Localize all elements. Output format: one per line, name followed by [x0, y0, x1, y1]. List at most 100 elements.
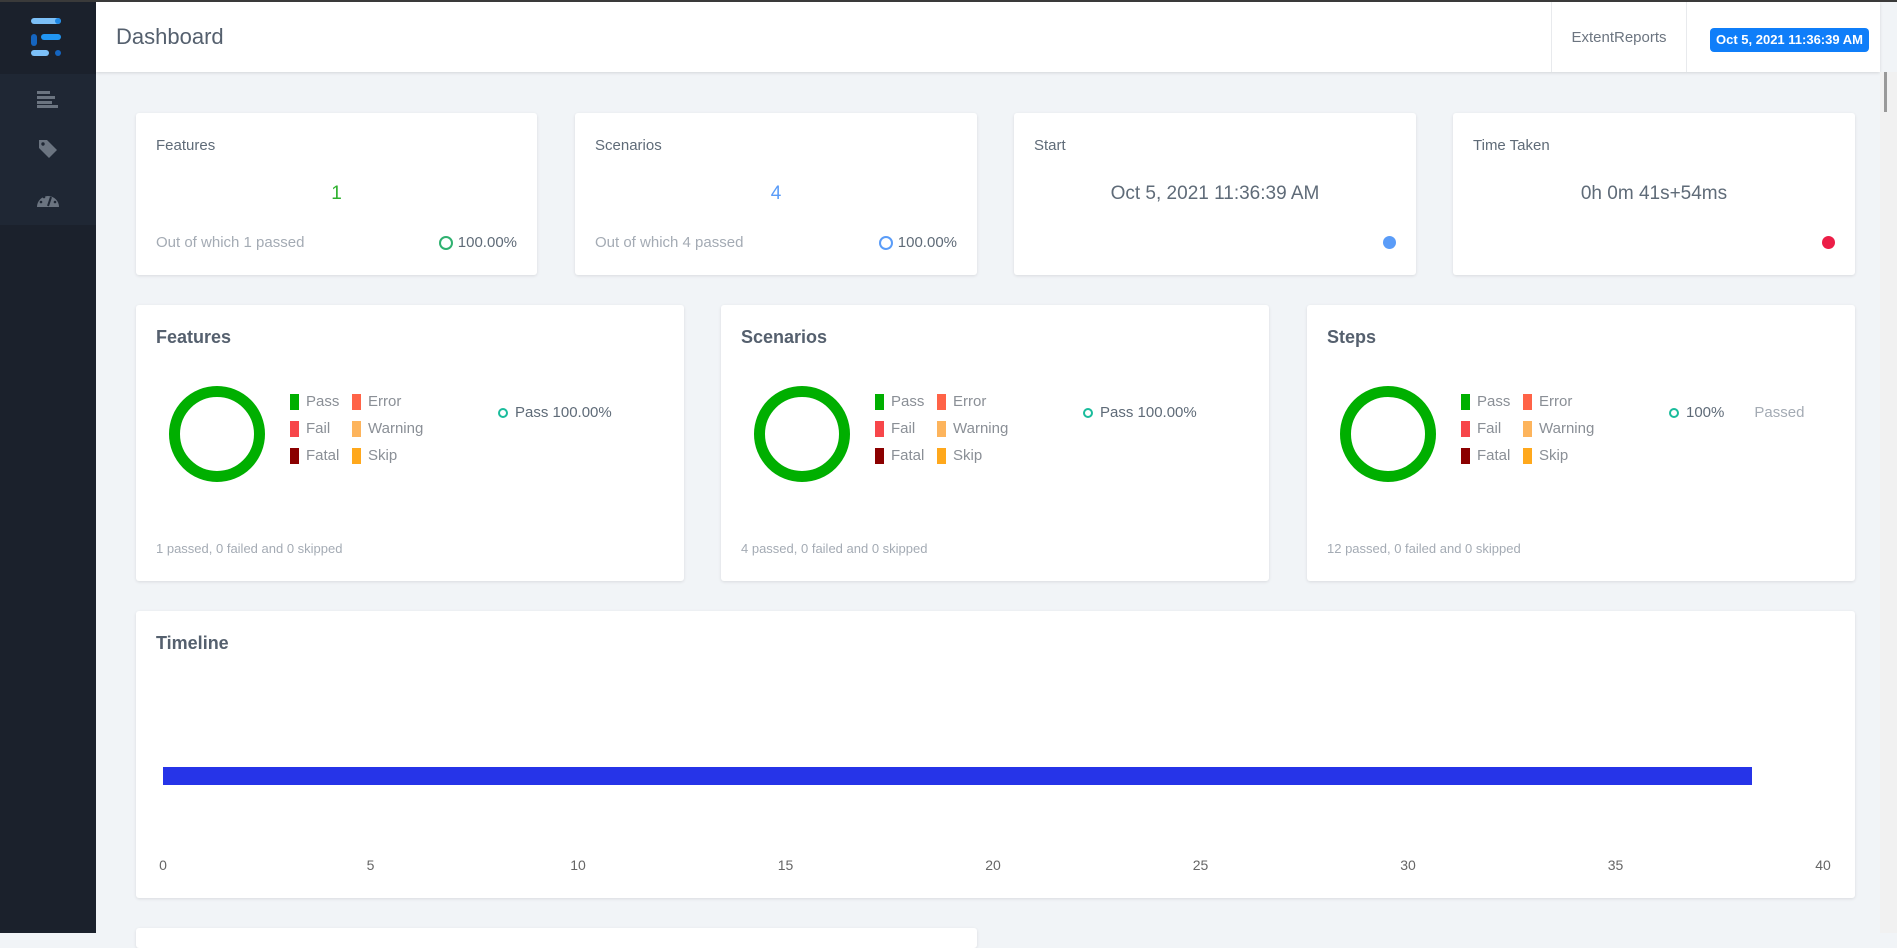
pass-note: Pass 100.00% [498, 404, 642, 421]
legend-swatch [937, 447, 946, 464]
sidebar-item-tests[interactable] [0, 74, 96, 124]
legend-item-error[interactable]: Error [1523, 393, 1572, 410]
legend-item-fatal[interactable]: Fatal [290, 447, 339, 464]
x-tick-label: 30 [1400, 857, 1416, 873]
legend-swatch [290, 447, 299, 464]
percent-value: 100.00% [457, 234, 517, 251]
legend-label: Pass [1477, 393, 1511, 410]
x-tick-label: 20 [985, 857, 1001, 873]
legend-item-error[interactable]: Error [937, 393, 986, 410]
donut-pass-slice[interactable] [169, 386, 265, 482]
legend-item-pass[interactable]: Pass [875, 393, 924, 410]
chart-title: Scenarios [741, 327, 828, 347]
legend-swatch [875, 420, 884, 437]
x-tick-label: 15 [777, 857, 794, 873]
logo-icon [31, 18, 61, 56]
legend-item-skip[interactable]: Skip [937, 447, 982, 464]
legend-swatch [290, 420, 299, 437]
scrollbar-thumb[interactable] [1884, 72, 1887, 112]
card-title: Time Taken [1473, 137, 1550, 154]
donut-pass-slice[interactable] [1340, 386, 1436, 482]
legend-swatch [1461, 393, 1470, 410]
chart-title: Features [156, 327, 232, 347]
legend-item-fail[interactable]: Fail [290, 420, 330, 437]
scenarios-chart-card: Scenarios Pass Error Fail Warning Fatal Skip … [721, 305, 1269, 581]
legend-item-skip[interactable]: Skip [1523, 447, 1568, 464]
legend-item-warning[interactable]: Warning [1523, 420, 1594, 437]
legend-swatch [1523, 393, 1532, 410]
status-dot [1383, 236, 1396, 249]
chart-footer: 12 passed, 0 failed and 0 skipped [1327, 541, 1521, 556]
legend-label: Error [368, 393, 402, 410]
features-chart-card: Features Pass Error Fail Warning Fatal Skip P… [136, 305, 684, 581]
legend-item-error[interactable]: Error [352, 393, 401, 410]
start-card: Start Oct 5, 2021 11:36:39 AM [1014, 113, 1416, 275]
start-time: Oct 5, 2021 11:36:39 AM [1110, 183, 1320, 204]
chart-footer: 4 passed, 0 failed and 0 skipped [741, 541, 928, 556]
window-top-border [0, 0, 1897, 2]
timestamp-badge: Oct 5, 2021 11:36:39 AM [1710, 28, 1869, 52]
legend-swatch [290, 393, 299, 410]
legend-item-pass[interactable]: Pass [290, 393, 339, 410]
legend-label: Error [953, 393, 987, 410]
x-tick-label: 25 [1192, 857, 1209, 873]
legend-label: Skip [953, 447, 983, 464]
circle-icon [1669, 407, 1679, 418]
features-count: 1 [331, 183, 342, 204]
legend-item-warning[interactable]: Warning [937, 420, 1008, 437]
legend-swatch [937, 420, 946, 437]
legend-swatch [937, 393, 946, 410]
legend-label: Pass [891, 393, 925, 410]
circle-icon [498, 407, 508, 418]
brand-link[interactable]: ExtentReports [1551, 2, 1687, 72]
donut-pass-slice[interactable] [754, 386, 850, 482]
dashboard-icon [37, 195, 59, 207]
legend-swatch [1461, 420, 1470, 437]
legend-item-fail[interactable]: Fail [1461, 420, 1501, 437]
pass-note: 100% Passed [1669, 404, 1804, 421]
extent-logo[interactable] [0, 0, 96, 74]
circle-icon [878, 235, 893, 250]
pass-percent: 100.00% [438, 234, 517, 251]
steps-chart-card: Steps Pass Error Fail Warning Fatal Skip 100%… [1307, 305, 1855, 581]
note-sub: Passed [1754, 404, 1805, 421]
page-title: Dashboard [116, 24, 224, 49]
legend-swatch [352, 447, 361, 464]
donut-chart[interactable] [1339, 385, 1437, 483]
legend-item-fatal[interactable]: Fatal [1461, 447, 1510, 464]
legend-label: Fail [306, 420, 331, 437]
circle-icon [1083, 407, 1093, 418]
donut-chart[interactable] [168, 385, 266, 483]
scenarios-summary-card: Scenarios 4 Out of which 4 passed 100.00… [575, 113, 977, 275]
tag-icon [39, 140, 57, 158]
legend-label: Fail [891, 420, 916, 437]
timeline-title: Timeline [156, 633, 229, 653]
legend-swatch [1523, 447, 1532, 464]
timeline-bar[interactable] [163, 767, 1753, 785]
time-taken-card: Time Taken 0h 0m 41s+54ms [1453, 113, 1855, 275]
legend-item-fatal[interactable]: Fatal [875, 447, 924, 464]
chart-footer: 1 passed, 0 failed and 0 skipped [156, 541, 343, 556]
card-title: Start [1034, 137, 1066, 154]
donut-chart[interactable] [753, 385, 851, 483]
x-tick-label: 10 [570, 857, 586, 873]
sidebar-item-tags[interactable] [0, 124, 96, 174]
card-title: Scenarios [595, 137, 662, 154]
legend-item-pass[interactable]: Pass [1461, 393, 1510, 410]
legend-item-warning[interactable]: Warning [352, 420, 423, 437]
x-tick-label: 40 [1815, 857, 1831, 873]
legend-label: Fatal [891, 447, 925, 464]
list-icon [37, 91, 58, 108]
card-footer: Out of which 1 passed [156, 234, 305, 251]
status-dot [1822, 236, 1835, 249]
legend-swatch [352, 393, 361, 410]
legend-label: Fatal [1477, 447, 1511, 464]
top-header: Dashboard ExtentReports Oct 5, 2021 11:3… [96, 2, 1880, 72]
page-scrollbar[interactable] [1880, 72, 1897, 933]
note-value: Pass 100.00% [1100, 404, 1197, 421]
sidebar-item-dashboard[interactable] [0, 174, 96, 224]
legend-label: Pass [306, 393, 340, 410]
card-footer: Out of which 4 passed [595, 234, 744, 251]
legend-item-skip[interactable]: Skip [352, 447, 397, 464]
legend-item-fail[interactable]: Fail [875, 420, 915, 437]
